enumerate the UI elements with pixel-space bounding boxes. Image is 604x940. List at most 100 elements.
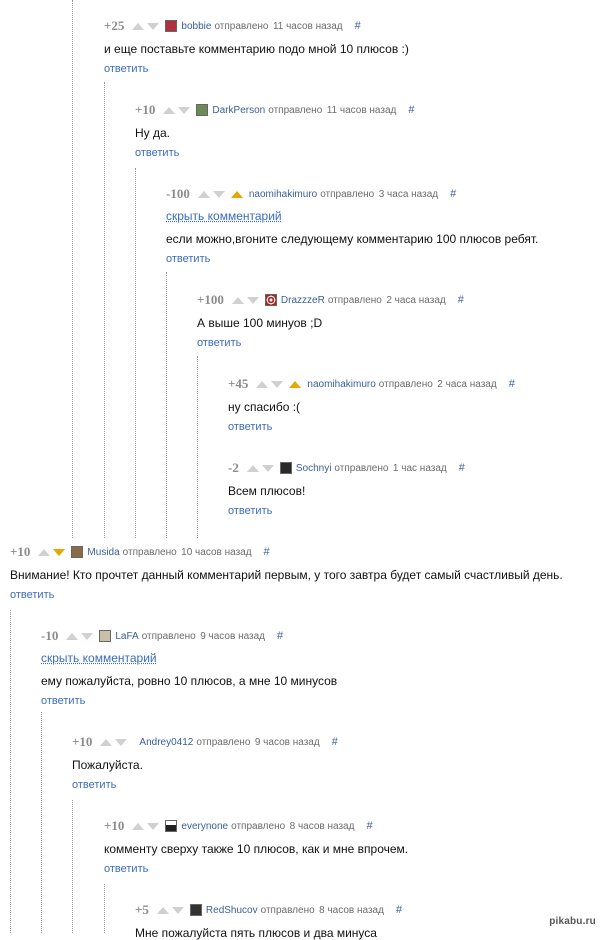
comment-text: ему пожалуйста, ровно 10 плюсов, а мне 1… [41,674,338,688]
downvote-icon[interactable] [246,296,259,304]
comment-text: Пожалуйста. [72,758,143,772]
reply-link[interactable]: ответить [72,779,116,791]
comment-header: +100 DrazzzeR отправлено 2 часа назад # [197,292,464,308]
comment-rating: +100 [197,292,224,307]
username-link[interactable]: RedShucov [206,905,258,916]
downvote-icon[interactable] [212,190,225,198]
reply-link[interactable]: ответить [228,421,272,433]
thread-line [104,884,105,933]
reply-link[interactable]: ответить [10,589,54,601]
username-link[interactable]: DrazzzeR [281,295,325,306]
avatar[interactable] [279,462,292,474]
username-link[interactable]: everynone [181,821,228,832]
upvote-icon[interactable] [156,906,169,914]
upvote-icon[interactable] [38,548,51,556]
comment-rating: -100 [166,186,190,201]
permalink-link[interactable]: # [408,104,414,116]
downvote-icon[interactable] [81,632,94,640]
avatar[interactable] [99,630,112,642]
comment-header: -2 Sochnyi отправлено 1 час назад # [228,460,465,476]
username-link[interactable]: DarkPerson [212,105,265,116]
username-link[interactable]: Andrey0412 [139,737,193,748]
reply-link[interactable]: ответить [166,253,210,265]
comment-rating: +10 [135,102,156,117]
comment-header: -10 LaFA отправлено 9 часов назад # [41,628,283,644]
username-link[interactable]: Sochnyi [296,463,332,474]
comment-time: 2 часа назад [386,294,446,306]
comment-text: и еще поставьте комментарию подо мной 10… [104,42,409,56]
reply-link[interactable]: ответить [104,863,148,875]
comment-rating: +10 [104,818,125,833]
downvote-icon[interactable] [171,906,184,914]
comment-header: +5 RedShucov отправлено 8 часов назад # [135,902,402,918]
thread-line [104,82,105,538]
username-link[interactable]: naomihakimuro [249,189,317,200]
upvote-icon[interactable] [231,296,244,304]
comment-rating: +10 [10,544,31,559]
sent-label: отправлено [231,820,286,832]
sent-label: отправлено [268,104,323,116]
downvote-icon[interactable] [261,464,274,472]
comment-header: -100 naomihakimuro отправлено 3 часа наз… [166,186,456,202]
upvote-icon[interactable] [66,632,79,640]
thread-line [72,0,73,538]
reply-link[interactable]: ответить [197,337,241,349]
thread-line [135,168,136,538]
permalink-link[interactable]: # [450,188,456,200]
downvote-icon[interactable] [147,822,160,830]
sent-label: отправлено [260,904,315,916]
downvote-icon[interactable] [115,738,128,746]
username-link[interactable]: bobbie [181,21,211,32]
username-link[interactable]: naomihakimuro [307,379,375,390]
upvote-icon[interactable] [256,380,269,388]
upvote-icon[interactable] [246,464,259,472]
reply-link[interactable]: ответить [104,63,148,75]
comment-time: 11 часов назад [326,104,397,116]
avatar[interactable] [165,820,178,832]
comment-text: Мне пожалуйста пять плюсов и два минуса [135,926,377,940]
thread-line [10,610,11,933]
comment-header: +10 Musida отправлено 10 часов назад # [10,544,270,560]
permalink-link[interactable]: # [458,294,464,306]
avatar[interactable] [196,104,209,116]
comment-time: 3 часа назад [378,188,439,200]
permalink-link[interactable]: # [459,462,465,474]
comment-rating: -2 [228,460,239,475]
upvote-icon[interactable] [132,822,145,830]
permalink-link[interactable]: # [396,904,402,916]
permalink-link[interactable]: # [277,630,283,642]
reply-link[interactable]: ответить [41,695,85,707]
upvote-icon[interactable] [163,106,176,114]
reply-link[interactable]: ответить [228,505,272,517]
permalink-link[interactable]: # [355,20,361,32]
reply-link[interactable]: ответить [135,147,179,159]
permalink-link[interactable]: # [366,820,372,832]
avatar[interactable] [189,904,202,916]
hide-comment-link[interactable]: скрыть комментарий [166,209,282,223]
avatar[interactable] [71,546,84,558]
comment-time: 2 часа назад [437,378,497,390]
downvote-icon[interactable] [53,548,66,556]
avatar[interactable] [264,294,277,306]
downvote-icon[interactable] [271,380,284,388]
comment-time: 9 часов назад [200,630,266,642]
comment-header: +10 Andrey0412 отправлено 9 часов назад … [72,734,338,750]
downvote-icon[interactable] [147,22,160,30]
username-link[interactable]: LaFA [115,631,138,642]
permalink-link[interactable]: # [264,546,270,558]
username-link[interactable]: Musida [87,547,119,558]
upvote-icon[interactable] [100,738,113,746]
comment-time: 9 часов назад [254,736,320,748]
comment-header: +10 DarkPerson отправлено 11 часов назад… [135,102,415,118]
permalink-link[interactable]: # [509,378,515,390]
upvote-icon[interactable] [197,190,210,198]
hide-comment-link[interactable]: скрыть комментарий [41,651,157,665]
comment-time: 10 часов назад [181,546,252,558]
sent-label: отправлено [378,378,433,390]
upvote-icon[interactable] [132,22,145,30]
avatar[interactable] [165,20,178,32]
comment-text: ну спасибо :( [228,400,301,414]
permalink-link[interactable]: # [332,736,338,748]
downvote-icon[interactable] [178,106,191,114]
author-upvote-icon [230,190,243,198]
